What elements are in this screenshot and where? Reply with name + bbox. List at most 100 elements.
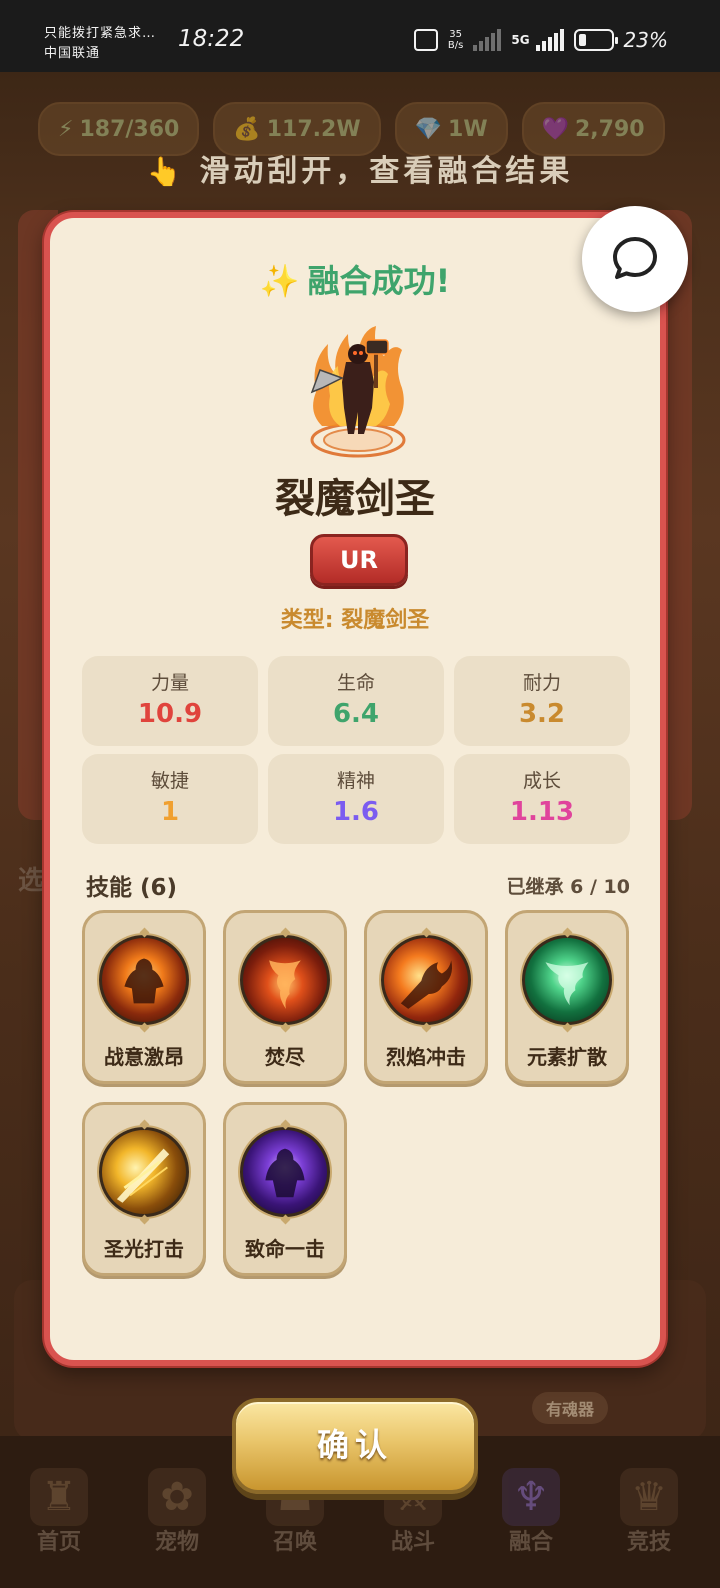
skills-grid: 战意激昂 焚尽 烈焰冲击 元素扩散 圣光打击 致命一击 (82, 910, 632, 1276)
stat-value: 1.13 (509, 797, 575, 827)
inherit-count: 已继承 6 / 10 (506, 876, 630, 898)
stats-grid: 力量 10.9 生命 6.4 耐力 3.2 敏捷 1 精神 1.6 成长 1.1… (82, 656, 630, 844)
status-bar: 只能拨打紧急求… 中国联通 18:22 35 B/s 5G 23% (0, 0, 720, 72)
net-speed-unit: B/s (447, 40, 464, 51)
stat-growth: 成长 1.13 (454, 754, 630, 844)
nav-item-fusion[interactable]: ♆ 融合 (472, 1436, 590, 1588)
stat-health: 生命 6.4 (268, 656, 444, 746)
nav-item-home[interactable]: ♜ 首页 (0, 1436, 118, 1588)
hero-hammer-head (365, 339, 389, 355)
stat-spirit: 精神 1.6 (268, 754, 444, 844)
hero-eye-left (353, 351, 357, 355)
skill-name: 元素扩散 (527, 1045, 607, 1069)
lightning-icon: ⚡ (58, 116, 74, 142)
holy-light-icon (99, 1127, 189, 1217)
carrier-status: 只能拨打紧急求… (44, 26, 157, 41)
money-bag-icon: 💰 (233, 116, 261, 142)
wind-tornado-icon-art (545, 962, 589, 1006)
hero-type: 类型: 裂魔剑圣 (280, 608, 430, 633)
skill-name: 战意激昂 (104, 1045, 184, 1069)
modal-title-text: 融合成功! (307, 262, 451, 300)
skill-card[interactable]: 圣光打击 (82, 1102, 206, 1276)
soul-badge: 有魂器 (532, 1392, 609, 1424)
resource-value: 187/360 (79, 116, 180, 142)
clock: 18:22 (178, 26, 245, 52)
nav-label: 召唤 (272, 1530, 317, 1555)
skill-name: 致命一击 (245, 1237, 325, 1261)
stat-value: 6.4 (332, 699, 380, 729)
skill-card[interactable]: 烈焰冲击 (364, 910, 488, 1084)
net-speed: 35 B/s (448, 29, 463, 51)
pointing-hand-icon: 👆 (146, 155, 182, 188)
stat-strength: 力量 10.9 (82, 656, 258, 746)
fury-icon (99, 935, 189, 1025)
hero-eye-right (359, 351, 363, 355)
skill-card[interactable]: 致命一击 (223, 1102, 347, 1276)
flame-strike-icon (381, 935, 471, 1025)
chat-bubble-icon (613, 237, 657, 279)
dragon-icon: ♆ (502, 1468, 560, 1526)
stat-label: 敏捷 (150, 770, 189, 792)
holy-light-icon-art (116, 1148, 170, 1203)
diamond-icon: 💎 (414, 116, 443, 142)
resource-value: 117.2W (266, 116, 361, 142)
stat-label: 成长 (522, 770, 561, 792)
stat-label: 精神 (336, 770, 375, 792)
net-speed-value: 35 (449, 29, 462, 40)
nav-label: 融合 (508, 1530, 553, 1555)
nav-label: 宠物 (154, 1530, 199, 1555)
scratch-hint-text: 滑动刮开，查看融合结果 (199, 154, 574, 189)
rarity-badge: UR (310, 534, 408, 586)
fury-icon-art (124, 958, 164, 1004)
fusion-result-modal: ✨ 融合成功! 裂魔剑圣 UR 类型: 裂魔剑圣 力量 10.9 生命 6.4 耐… (44, 212, 666, 1366)
resource-value: 2,790 (575, 116, 645, 142)
nav-label: 首页 (36, 1530, 81, 1555)
stat-agility: 敏捷 1 (82, 754, 258, 844)
castle-icon: ♜ (30, 1468, 88, 1526)
vibrate-icon (413, 29, 438, 51)
skill-card[interactable]: 焚尽 (223, 910, 347, 1084)
skill-name: 烈焰冲击 (386, 1045, 466, 1069)
stat-label: 耐力 (522, 672, 561, 694)
stat-stamina: 耐力 3.2 (454, 656, 630, 746)
hero-portrait (310, 326, 406, 458)
background-section-label: 选 (18, 866, 45, 896)
flame-strike-icon-art (400, 960, 453, 1009)
hero-head (348, 344, 368, 364)
signal-icon-sim2 (535, 29, 564, 51)
skills-title: 技能 (6) (86, 875, 178, 901)
critical-strike-icon (240, 1127, 330, 1217)
wind-tornado-icon (522, 935, 612, 1025)
modal-title: ✨ 融合成功! (50, 256, 660, 302)
sparkle-icon: ✨ (259, 262, 300, 300)
nav-label: 竞技 (626, 1530, 671, 1555)
skill-name: 焚尽 (265, 1045, 305, 1069)
confirm-button[interactable]: 确认 (232, 1398, 478, 1494)
stat-label: 生命 (336, 672, 375, 694)
skill-card[interactable]: 元素扩散 (505, 910, 629, 1084)
heart-icon: 💜 (541, 116, 569, 142)
signal-icon-sim1 (473, 29, 502, 51)
nav-item-pets[interactable]: ✿ 宠物 (118, 1436, 236, 1588)
battery-percent: 23% (623, 28, 668, 52)
stat-value: 3.2 (518, 699, 566, 729)
hero-name: 裂魔剑圣 (275, 476, 435, 522)
battery-icon (573, 29, 618, 51)
status-icons: 35 B/s 5G 23% (413, 26, 668, 54)
critical-strike-icon-art (265, 1148, 305, 1198)
nav-item-arena[interactable]: ♛ 竞技 (590, 1436, 708, 1588)
skill-card[interactable]: 战意激昂 (82, 910, 206, 1084)
stat-value: 1 (160, 797, 180, 827)
scratch-hint: 👆 滑动刮开，查看融合结果 (0, 146, 720, 190)
fire-tornado-icon-art (269, 960, 301, 1009)
resource-value: 1W (448, 116, 488, 142)
chat-button[interactable] (582, 206, 688, 312)
nav-label: 战斗 (390, 1530, 435, 1555)
skill-name: 圣光打击 (104, 1237, 184, 1261)
carrier-name: 中国联通 (44, 46, 101, 61)
stat-value: 10.9 (137, 699, 203, 729)
paw-icon: ✿ (148, 1468, 206, 1526)
trophy-icon: ♛ (620, 1468, 678, 1526)
network-type: 5G (511, 33, 530, 47)
fire-tornado-icon (240, 935, 330, 1025)
